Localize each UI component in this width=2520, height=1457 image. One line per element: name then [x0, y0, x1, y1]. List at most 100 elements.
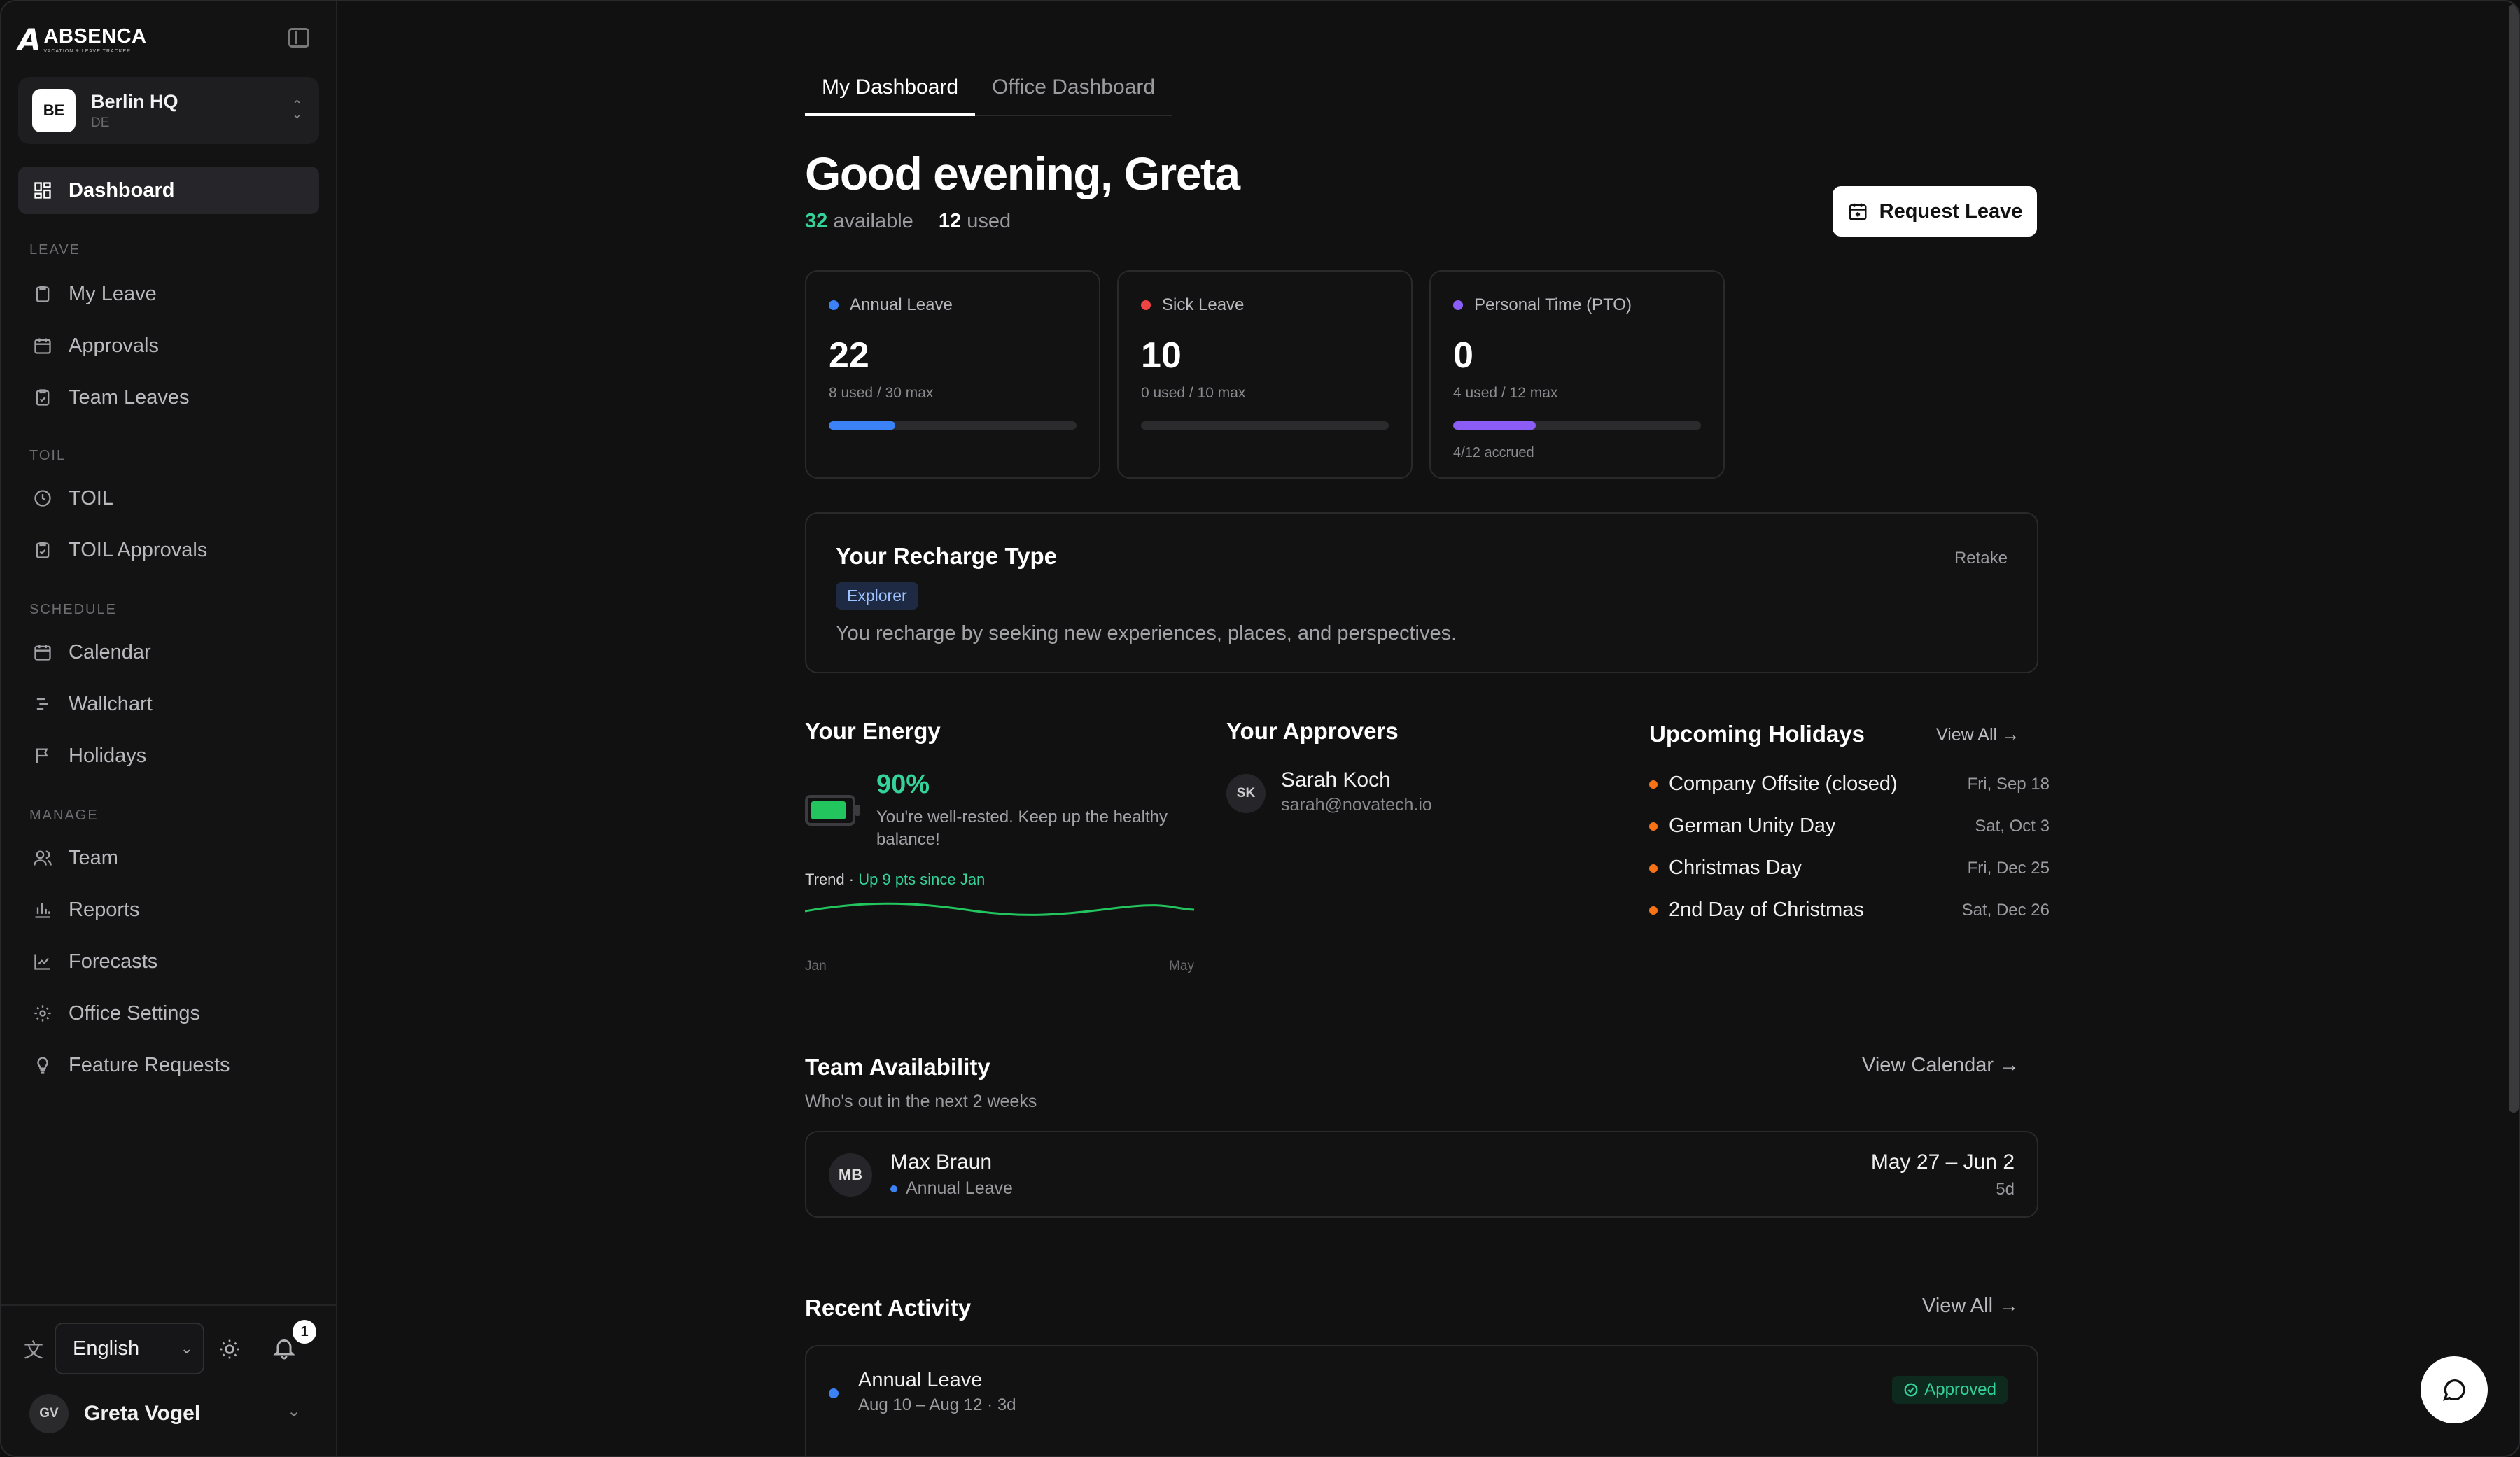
brand-logo[interactable]: A ABSENCA VACATION & LEAVE TRACKER — [18, 22, 146, 57]
avatar: MB — [829, 1153, 872, 1197]
scrollbar[interactable] — [2509, 4, 2519, 1113]
nav-section-schedule: SCHEDULE — [29, 602, 117, 617]
holidays-title: Upcoming Holidays — [1649, 721, 1865, 747]
approver-email: sarah@novatech.io — [1281, 795, 1432, 815]
collapse-sidebar-icon[interactable] — [288, 28, 309, 48]
activity-view-all-link[interactable]: View All → — [1922, 1295, 2019, 1318]
energy-message: You're well-rested. Keep up the healthy … — [876, 808, 1168, 850]
battery-level-fill — [811, 801, 846, 819]
language-select[interactable]: English ⌄ — [55, 1323, 204, 1374]
calendar-plus-icon — [1849, 203, 1867, 220]
app-window: A ABSENCA VACATION & LEAVE TRACKER BE Be… — [0, 0, 2520, 1457]
balance-progress-bar — [1141, 421, 1389, 430]
tab-office-dashboard[interactable]: Office Dashboard — [975, 71, 1172, 115]
sidebar-item-reports[interactable]: Reports — [18, 886, 319, 934]
balance-value: 22 — [829, 335, 869, 376]
office-switcher[interactable]: BE Berlin HQ DE ⌃ ⌄ — [18, 77, 319, 144]
leave-type-dot — [890, 1185, 897, 1192]
notifications-bell-icon[interactable] — [272, 1335, 297, 1364]
sidebar-item-team[interactable]: Team — [18, 834, 319, 882]
sidebar-item-label: My Leave — [69, 282, 157, 305]
sidebar-item-team-leaves[interactable]: Team Leaves — [18, 374, 319, 421]
balance-value: 0 — [1453, 335, 1474, 376]
sparkline-end-label: May — [1169, 959, 1194, 973]
sidebar-item-holidays[interactable]: Holidays — [18, 732, 319, 780]
holidays-view-all-link[interactable]: View All → — [1936, 725, 2019, 745]
sidebar-item-dashboard[interactable]: Dashboard — [18, 167, 319, 214]
leave-summary: 32 available 12 used — [805, 210, 1011, 233]
retake-link[interactable]: Retake — [1954, 549, 2008, 568]
sidebar-item-label: Holidays — [69, 744, 147, 767]
sidebar-item-label: Office Settings — [69, 1001, 201, 1025]
clipboard-check-icon — [32, 540, 53, 561]
sidebar-item-toil-approvals[interactable]: TOIL Approvals — [18, 526, 319, 574]
sidebar-item-label: TOIL — [69, 486, 113, 509]
list-item[interactable]: Annual Leave Aug 10 – Aug 12 · 3d Approv… — [805, 1345, 2038, 1456]
activity-detail: Aug 10 – Aug 12 · 3d — [858, 1395, 1016, 1414]
leave-type-dot — [829, 300, 839, 310]
balance-progress-fill — [829, 421, 895, 430]
leave-type-dot — [1141, 300, 1151, 310]
user-name: Greta Vogel — [84, 1402, 201, 1425]
balance-label: Personal Time (PTO) — [1474, 295, 1632, 314]
chat-button[interactable] — [2421, 1356, 2488, 1423]
tab-my-dashboard[interactable]: My Dashboard — [805, 71, 976, 116]
sidebar-item-label: Wallchart — [69, 692, 153, 715]
language-value: English — [73, 1337, 140, 1360]
sidebar-item-label: Feature Requests — [69, 1053, 230, 1076]
trend-value: Up 9 pts since Jan — [858, 871, 986, 888]
chevron-down-icon: ⌄ — [180, 1339, 193, 1357]
holiday-dot — [1649, 864, 1658, 873]
recharge-type-badge: Explorer — [836, 582, 918, 610]
team-availability-title: Team Availability — [805, 1054, 990, 1080]
clipboard-icon — [32, 283, 53, 304]
calendar-check-icon — [32, 335, 53, 356]
wallchart-icon — [32, 694, 53, 715]
balance-card-sick[interactable]: Sick Leave 10 0 used / 10 max — [1117, 270, 1413, 479]
user-menu[interactable]: GV Greta Vogel — [29, 1394, 200, 1433]
energy-trend: Trend · Up 9 pts since Jan — [805, 871, 985, 889]
recharge-title: Your Recharge Type — [836, 543, 1058, 569]
balance-progress-bar — [829, 421, 1077, 430]
holiday-row: 2nd Day of Christmas Sat, Dec 26 — [1649, 899, 2050, 922]
bar-chart-icon — [32, 899, 53, 920]
balance-usage: 0 used / 10 max — [1141, 385, 1246, 401]
theme-toggle-sun-icon[interactable] — [218, 1338, 241, 1364]
office-name: Berlin HQ — [91, 90, 178, 112]
nav-section-leave: LEAVE — [29, 242, 80, 258]
battery-icon — [805, 795, 860, 826]
member-name: Max Braun — [890, 1150, 993, 1174]
sidebar-item-label: Team — [69, 846, 118, 869]
request-leave-button[interactable]: Request Leave — [1833, 186, 2037, 237]
sidebar-item-toil[interactable]: TOIL — [18, 474, 319, 522]
sidebar-item-label: Approvals — [69, 334, 159, 357]
leave-duration: 5d — [1996, 1180, 2015, 1199]
sidebar-item-approvals[interactable]: Approvals — [18, 322, 319, 369]
balance-card-pto[interactable]: Personal Time (PTO) 0 4 used / 12 max 4/… — [1429, 270, 1725, 479]
sidebar-item-forecasts[interactable]: Forecasts — [18, 938, 319, 985]
sidebar-item-my-leave[interactable]: My Leave — [18, 270, 319, 318]
list-item[interactable]: MB Max Braun Annual Leave May 27 – Jun 2… — [805, 1131, 2038, 1218]
status-label: Approved — [1924, 1380, 1996, 1399]
translate-icon: 文 — [24, 1339, 44, 1361]
balance-progress-fill — [1453, 421, 1536, 430]
holiday-date: Fri, Dec 25 — [1967, 858, 2050, 878]
sidebar-item-calendar[interactable]: Calendar — [18, 628, 319, 676]
used-count: 12 — [938, 210, 962, 232]
sidebar-item-feature-requests[interactable]: Feature Requests — [18, 1041, 319, 1089]
nav-section-toil: TOIL — [29, 448, 66, 463]
balance-card-annual[interactable]: Annual Leave 22 8 used / 30 max — [805, 270, 1100, 479]
sidebar-item-label: TOIL Approvals — [69, 538, 208, 561]
sidebar-item-wallchart[interactable]: Wallchart — [18, 680, 319, 728]
view-calendar-link[interactable]: View Calendar → — [1862, 1054, 2019, 1077]
chevron-down-icon[interactable]: ⌄ — [287, 1401, 301, 1421]
holiday-dot — [1649, 780, 1658, 789]
balance-usage: 4 used / 12 max — [1453, 385, 1558, 401]
trend-label: Trend — [805, 871, 845, 888]
chevron-up-down-icon: ⌃ ⌄ — [291, 98, 302, 121]
sidebar-item-office-settings[interactable]: Office Settings — [18, 990, 319, 1037]
recharge-description: You recharge by seeking new experiences,… — [836, 622, 1457, 645]
approver-name: Sarah Koch — [1281, 768, 1391, 791]
available-label: available — [833, 210, 913, 232]
dashboard-icon — [32, 180, 53, 201]
